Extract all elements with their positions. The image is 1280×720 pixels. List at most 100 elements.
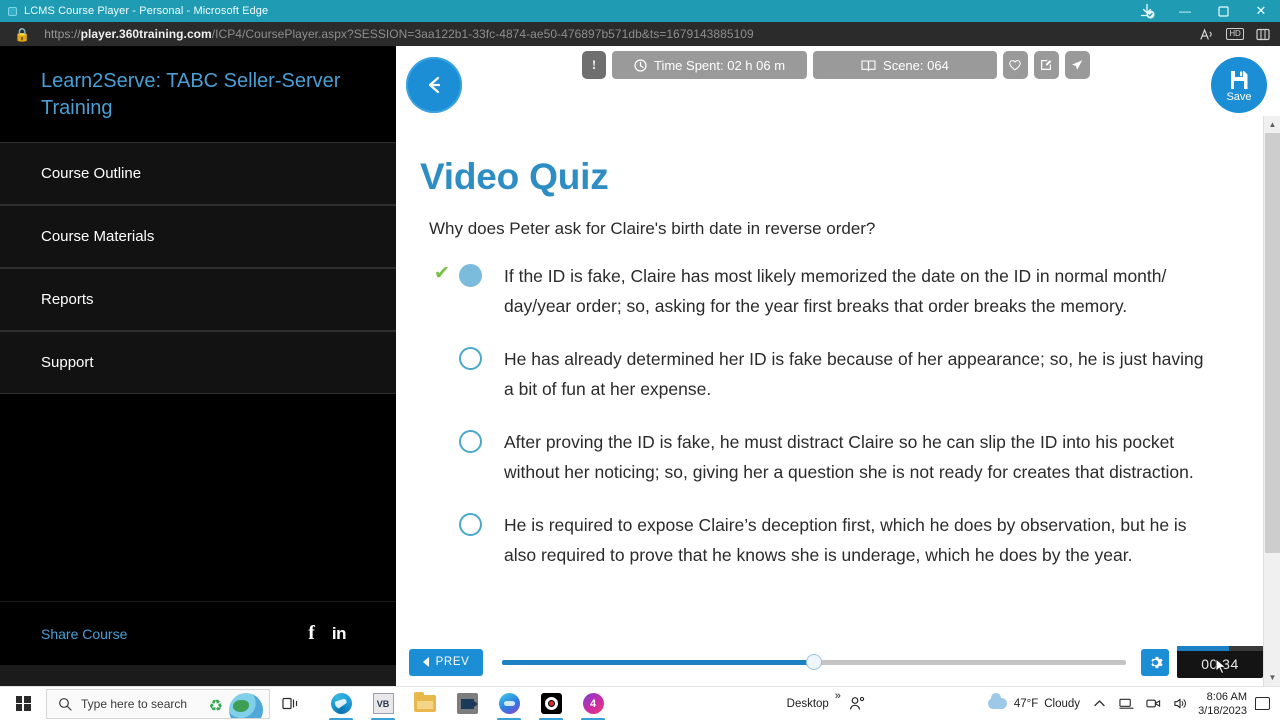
option-radio[interactable] <box>459 347 482 370</box>
time-progress-fill <box>1177 646 1229 651</box>
volume-button[interactable] <box>1167 687 1194 720</box>
taskbar-app-blue[interactable] <box>488 687 530 720</box>
sidebar-item-support[interactable]: Support <box>0 331 396 394</box>
search-globe-icon <box>229 692 263 718</box>
address-url[interactable]: https://player.360training.com/ICP4/Cour… <box>44 27 754 41</box>
share-course-label[interactable]: Share Course <box>41 626 127 642</box>
content-scrollbar[interactable]: ▲ ▼ <box>1263 116 1280 686</box>
sidebar: Learn2Serve: TABC Seller-Server Training… <box>0 46 396 686</box>
windows-start-icon <box>15 696 31 711</box>
minimize-button[interactable]: — <box>1166 0 1204 22</box>
page-content: Learn2Serve: TABC Seller-Server Training… <box>0 46 1280 686</box>
lock-icon: 🔒 <box>14 26 31 42</box>
system-tray: Desktop » 47°F Cloudy 8:06 AM 3/18/2023 <box>781 687 1280 720</box>
notification-icon[interactable] <box>1255 697 1270 710</box>
info-icon: ! <box>591 57 597 72</box>
meet-now-button[interactable] <box>1140 687 1167 720</box>
toolbar-status-group: ! Time Spent: 02 h 06 m Scene: 064 <box>582 51 1090 79</box>
weather-widget[interactable]: 47°F Cloudy <box>982 687 1086 720</box>
start-button[interactable] <box>0 687 46 720</box>
option-radio[interactable] <box>459 513 482 536</box>
clock-date: 3/18/2023 <box>1198 704 1247 717</box>
url-path: /ICP4/CoursePlayer.aspx?SESSION=3aa122b1… <box>211 27 754 41</box>
time-spent-label: Time Spent: 02 h 06 m <box>654 57 786 73</box>
settings-button[interactable] <box>1141 648 1169 676</box>
notes-button[interactable] <box>1033 51 1059 79</box>
sidebar-item-reports[interactable]: Reports <box>0 268 396 331</box>
people-button[interactable] <box>843 687 872 720</box>
scroll-up-button[interactable]: ▲ <box>1264 116 1280 133</box>
meet-now-icon <box>1146 699 1161 708</box>
downloads-button[interactable] <box>1128 0 1166 22</box>
sidebar-item-label: Course Materials <box>41 228 155 245</box>
send-button[interactable] <box>1064 51 1090 79</box>
tray-expand-button[interactable] <box>1086 687 1113 720</box>
taskbar-app-video[interactable] <box>446 687 488 720</box>
target-icon <box>540 693 562 714</box>
read-aloud-glyph <box>1199 27 1212 40</box>
windows-taskbar: Type here to search ♻ VB 4 Desktop » 47°… <box>0 686 1280 720</box>
taskbar-app-four[interactable]: 4 <box>572 687 614 720</box>
vb-icon: VB <box>372 693 394 714</box>
close-button[interactable]: ✕ <box>1242 0 1280 22</box>
cloud-icon <box>987 693 1007 709</box>
chevron-up-icon <box>1094 700 1105 707</box>
progress-handle[interactable] <box>806 653 822 670</box>
info-button[interactable]: ! <box>582 51 606 79</box>
tab-title[interactable]: LCMS Course Player - Personal - Microsof… <box>24 5 268 17</box>
edge-icon <box>330 693 352 714</box>
course-title: Learn2Serve: TABC Seller-Server Training <box>41 70 341 119</box>
heart-icon <box>1009 60 1022 71</box>
taskbar-app-vb[interactable]: VB <box>362 687 404 720</box>
prev-label: PREV <box>435 656 470 668</box>
scroll-down-button[interactable]: ▼ <box>1264 669 1280 686</box>
clock[interactable]: 8:06 AM 3/18/2023 <box>1194 690 1255 718</box>
taskbar-apps: VB 4 <box>320 687 614 720</box>
prev-button[interactable]: PREV <box>409 648 483 676</box>
download-complete-icon <box>1140 3 1155 19</box>
taskbar-app-file-explorer[interactable] <box>404 687 446 720</box>
time-display[interactable]: 00:34 <box>1177 646 1263 678</box>
scene-pill: Scene: 064 <box>813 51 997 79</box>
facebook-icon[interactable]: f <box>308 622 315 645</box>
hd-badge-icon[interactable]: HD <box>1222 24 1248 44</box>
send-icon <box>1072 60 1083 70</box>
quiz-option[interactable]: ✔ If the ID is fake, Claire has most lik… <box>429 261 1256 321</box>
quiz-option[interactable]: He has already determined her ID is fake… <box>429 344 1256 404</box>
triangle-left-icon <box>422 657 429 667</box>
scene-label: Scene: 064 <box>883 57 949 73</box>
url-scheme: https:// <box>44 27 81 41</box>
time-progress-track <box>1177 646 1263 651</box>
correct-check-icon: ✔ <box>434 263 450 284</box>
option-radio[interactable] <box>459 430 482 453</box>
option-label: He has already determined her ID is fake… <box>504 349 1204 399</box>
quiz-panel: Video Quiz Why does Peter ask for Claire… <box>396 122 1256 674</box>
linkedin-icon[interactable]: in <box>332 624 347 644</box>
network-icon <box>1119 698 1134 709</box>
option-label: If the ID is fake, Claire has most likel… <box>504 266 1167 316</box>
taskbar-app-target[interactable] <box>530 687 572 720</box>
sidebar-nav: Course Outline Course Materials Reports … <box>0 142 396 394</box>
quiz-question: Why does Peter ask for Claire's birth da… <box>429 219 876 238</box>
task-view-icon <box>282 697 298 710</box>
sidebar-item-course-materials[interactable]: Course Materials <box>0 205 396 268</box>
course-toolbar: ! Time Spent: 02 h 06 m Scene: 064 Save <box>396 46 1280 122</box>
network-button[interactable] <box>1113 687 1140 720</box>
search-input[interactable]: Type here to search ♻ <box>46 688 270 719</box>
option-radio-selected[interactable] <box>459 264 482 287</box>
task-view-button[interactable] <box>270 687 312 720</box>
desktop-label[interactable]: Desktop » <box>781 687 843 720</box>
taskbar-app-edge[interactable] <box>320 687 362 720</box>
progress-slider[interactable] <box>502 653 1126 670</box>
collections-icon[interactable] <box>1250 24 1276 44</box>
sidebar-item-course-outline[interactable]: Course Outline <box>0 142 396 205</box>
scrollbar-thumb[interactable] <box>1265 133 1280 553</box>
read-aloud-icon[interactable] <box>1194 24 1220 44</box>
maximize-button[interactable] <box>1204 0 1242 22</box>
quiz-option[interactable]: After proving the ID is fake, he must di… <box>429 427 1256 487</box>
save-button[interactable]: Save <box>1211 57 1267 113</box>
quiz-option[interactable]: He is required to expose Claire’s decept… <box>429 510 1256 570</box>
favorite-button[interactable] <box>1002 51 1028 79</box>
back-button[interactable] <box>406 57 462 113</box>
quiz-title: Video Quiz <box>420 156 609 197</box>
